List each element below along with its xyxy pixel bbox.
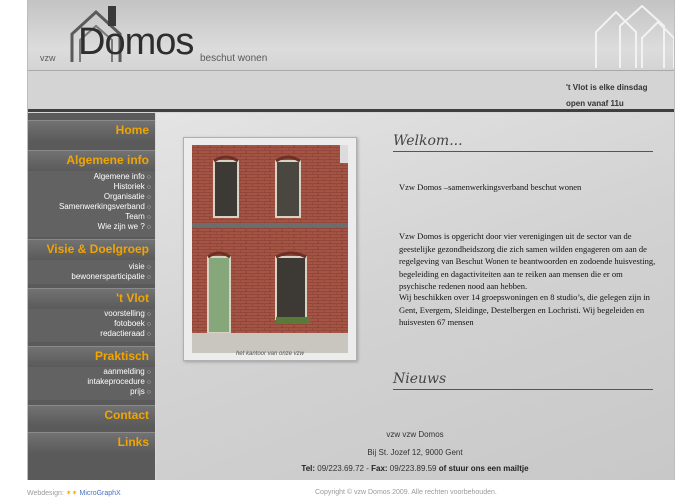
footer-contact-line: Tel: 09/223.69.72 - Fax: 09/223.89.59 of… (301, 464, 529, 473)
footer-address: Bij St. Jozef 12, 9000 Gent (367, 448, 463, 457)
intro-text: Vzw Domos –samenwerkingsverband beschut … (399, 182, 582, 192)
sidebar-item-samenwerkingsverband[interactable]: Samenwerkingsverband ○ (59, 202, 151, 211)
sidebar-heading-visie[interactable]: Visie & Doelgroep (28, 239, 155, 260)
micrographx-logo-icon: ✶✶ (65, 490, 78, 497)
sidebar-item-bewonersparticipatie[interactable]: bewonersparticipatie ○ (71, 272, 151, 281)
sidebar-group-visie: visie ○ bewonersparticipatie ○ (28, 260, 155, 284)
office-photo-frame: het kantoor van onze vzw (183, 137, 357, 361)
welcome-rule (393, 151, 653, 152)
sidebar-item-algemene-info[interactable]: Algemene info ○ (94, 172, 151, 181)
mail-link[interactable]: stuur ons een mailtje (449, 464, 529, 473)
sidebar-item-wie-zijn-we[interactable]: Wie zijn we ? ○ (98, 222, 151, 231)
copyright-notice: Copyright © vzw Domos 2009. Alle rechten… (315, 489, 497, 496)
sidebar-item-intakeprocedure[interactable]: intakeprocedure ○ (87, 377, 151, 386)
logo-org-prefix: vzw (40, 53, 56, 63)
announcement-line-2: open vanaf 11u (566, 99, 624, 108)
sidebar-item-voorstelling[interactable]: voorstelling ○ (104, 309, 151, 318)
office-building-photo (192, 145, 348, 353)
main-content: het kantoor van onze vzw Welkom... Vzw D… (156, 113, 674, 480)
logo-tagline: beschut wonen (200, 53, 268, 64)
sidebar-heading-praktisch[interactable]: Praktisch (28, 346, 155, 367)
sidebar-item-redactieraad[interactable]: redactieraad ○ (100, 329, 151, 338)
footer-org: vzw vzw Domos (386, 430, 444, 439)
sidebar-heading-t-vlot[interactable]: 't Vlot (28, 288, 155, 309)
sidebar-item-prijs[interactable]: prijs ○ (130, 387, 151, 396)
sidebar-item-aanmelding[interactable]: aanmelding ○ (103, 367, 151, 376)
footer-tel: 09/223.69.72 (317, 464, 364, 473)
sidebar-item-contact[interactable]: Contact (28, 405, 155, 426)
designer-link[interactable]: MicroGraphX (79, 490, 120, 497)
site-header: vzw Domos beschut wonen (28, 0, 674, 71)
photo-caption: het kantoor van onze vzw (235, 351, 305, 357)
sidebar-group-praktisch: aanmelding ○ intakeprocedure ○ prijs ○ (28, 367, 155, 400)
about-paragraph-1: Vzw Domos is opgericht door vier verenig… (399, 231, 656, 291)
sidebar-item-historiek[interactable]: Historiek ○ (114, 182, 151, 191)
sidebar-home-label: Home (115, 123, 149, 137)
footer-fax: 09/223.89.59 (389, 464, 437, 473)
news-heading: Nieuws (393, 371, 447, 387)
sidebar-nav: Home Algemene info Algemene info ○ Histor… (28, 113, 155, 480)
about-paragraph-2: Wij beschikken over 14 groepswoningen en… (399, 292, 650, 327)
sidebar-item-organisatie[interactable]: Organisatie ○ (104, 192, 151, 201)
page-frame: vzw Domos beschut wonen 't Vlot is elke … (27, 0, 675, 480)
news-rule (393, 389, 653, 390)
webdesign-credit: Webdesign: ✶✶ MicroGraphX (27, 490, 121, 497)
sidebar-item-home[interactable]: Home (28, 120, 155, 141)
sidebar-heading-algemene-info[interactable]: Algemene info (28, 150, 155, 171)
sidebar-item-visie[interactable]: visie ○ (129, 262, 151, 271)
houses-decoration-icon (595, 4, 674, 68)
welcome-heading: Welkom... (393, 133, 463, 149)
announcement-bar: 't Vlot is elke dinsdag open vanaf 11u (28, 71, 674, 112)
sidebar-item-fotoboek[interactable]: fotoboek ○ (114, 319, 151, 328)
announcement-line-1: 't Vlot is elke dinsdag (566, 83, 648, 92)
sidebar-group-algemene: Algemene info ○ Historiek ○ Organisatie ○ S… (28, 171, 155, 237)
sidebar-item-links[interactable]: Links (28, 432, 155, 453)
sidebar-group-vlot: voorstelling ○ fotoboek ○ redactieraad ○ (28, 309, 155, 342)
sidebar-item-team[interactable]: Team ○ (125, 212, 151, 221)
logo-brand[interactable]: Domos (78, 22, 194, 62)
